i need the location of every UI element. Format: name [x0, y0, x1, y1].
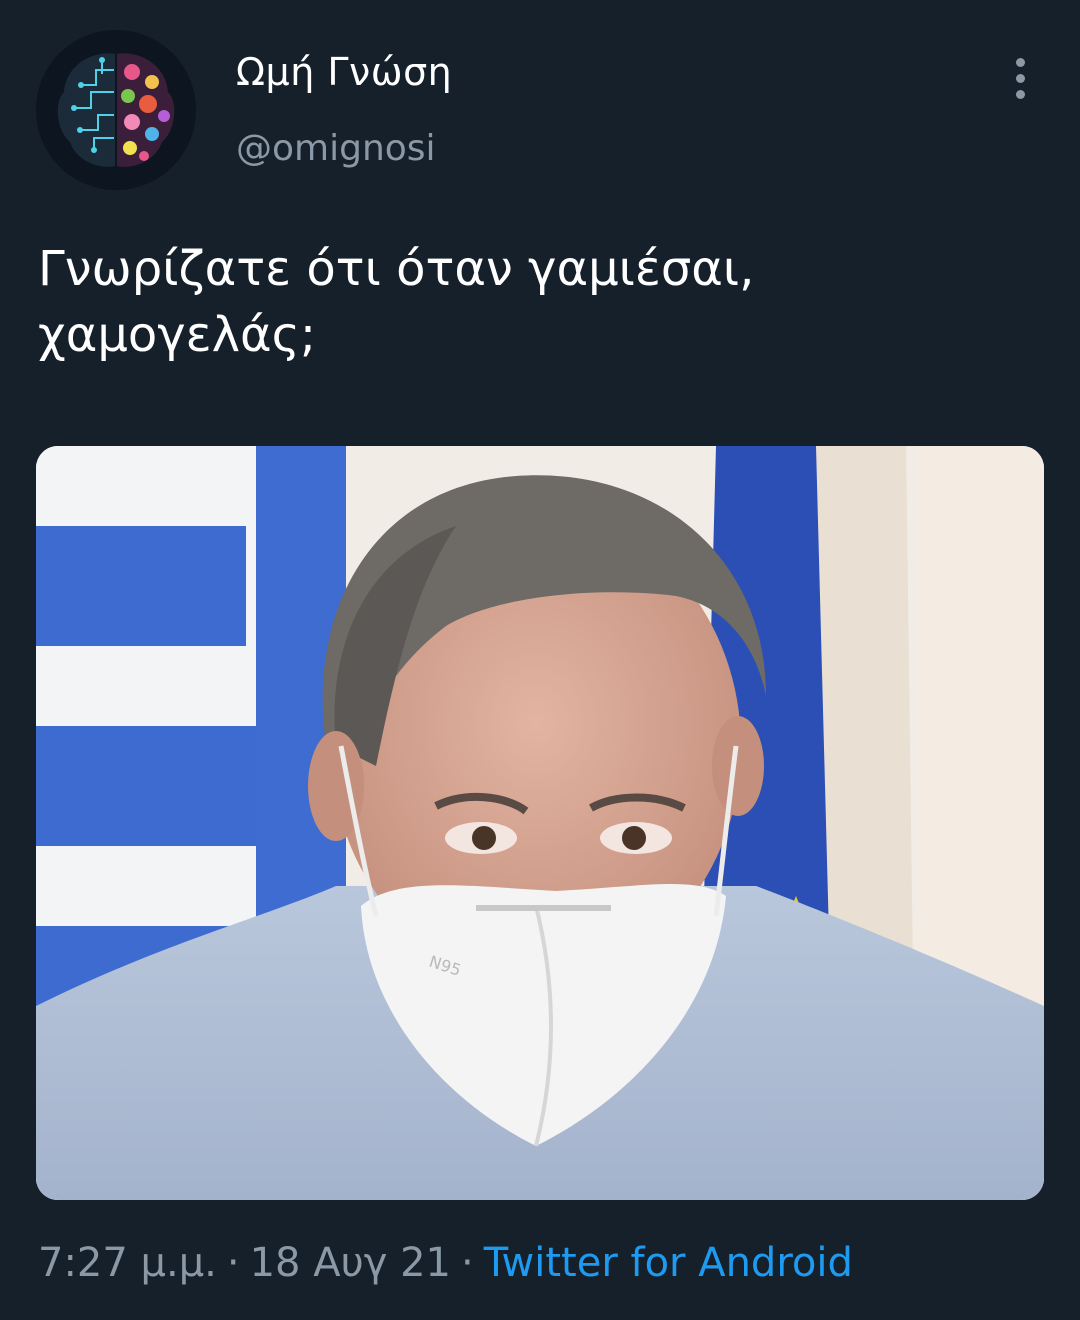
- brain-icon: [36, 30, 196, 190]
- tweet-metadata: 7:27 μ.μ. · 18 Αυγ 21 · Twitter for Android: [38, 1240, 853, 1286]
- tweet-text: Γνωρίζατε ότι όταν γαμιέσαι, χαμογελάς;: [38, 241, 755, 363]
- author-display-name[interactable]: Ωμή Γνώση: [236, 50, 452, 94]
- tweet-photo[interactable]: N95: [36, 446, 1044, 1200]
- avatar[interactable]: [36, 30, 196, 190]
- tweet-date[interactable]: 18 Αυγ 21: [250, 1240, 451, 1286]
- tweet-time[interactable]: 7:27 μ.μ.: [38, 1240, 217, 1286]
- separator: ·: [461, 1240, 474, 1286]
- tweet-header: Ωμή Γνώση @omignosi: [0, 0, 1080, 200]
- tweet-source-link[interactable]: Twitter for Android: [484, 1240, 853, 1286]
- author-handle[interactable]: @omignosi: [236, 128, 436, 169]
- separator: ·: [226, 1240, 240, 1286]
- more-vertical-icon: [1016, 58, 1025, 67]
- photo-image: N95: [36, 446, 1044, 1200]
- more-options-button[interactable]: [1000, 54, 1040, 104]
